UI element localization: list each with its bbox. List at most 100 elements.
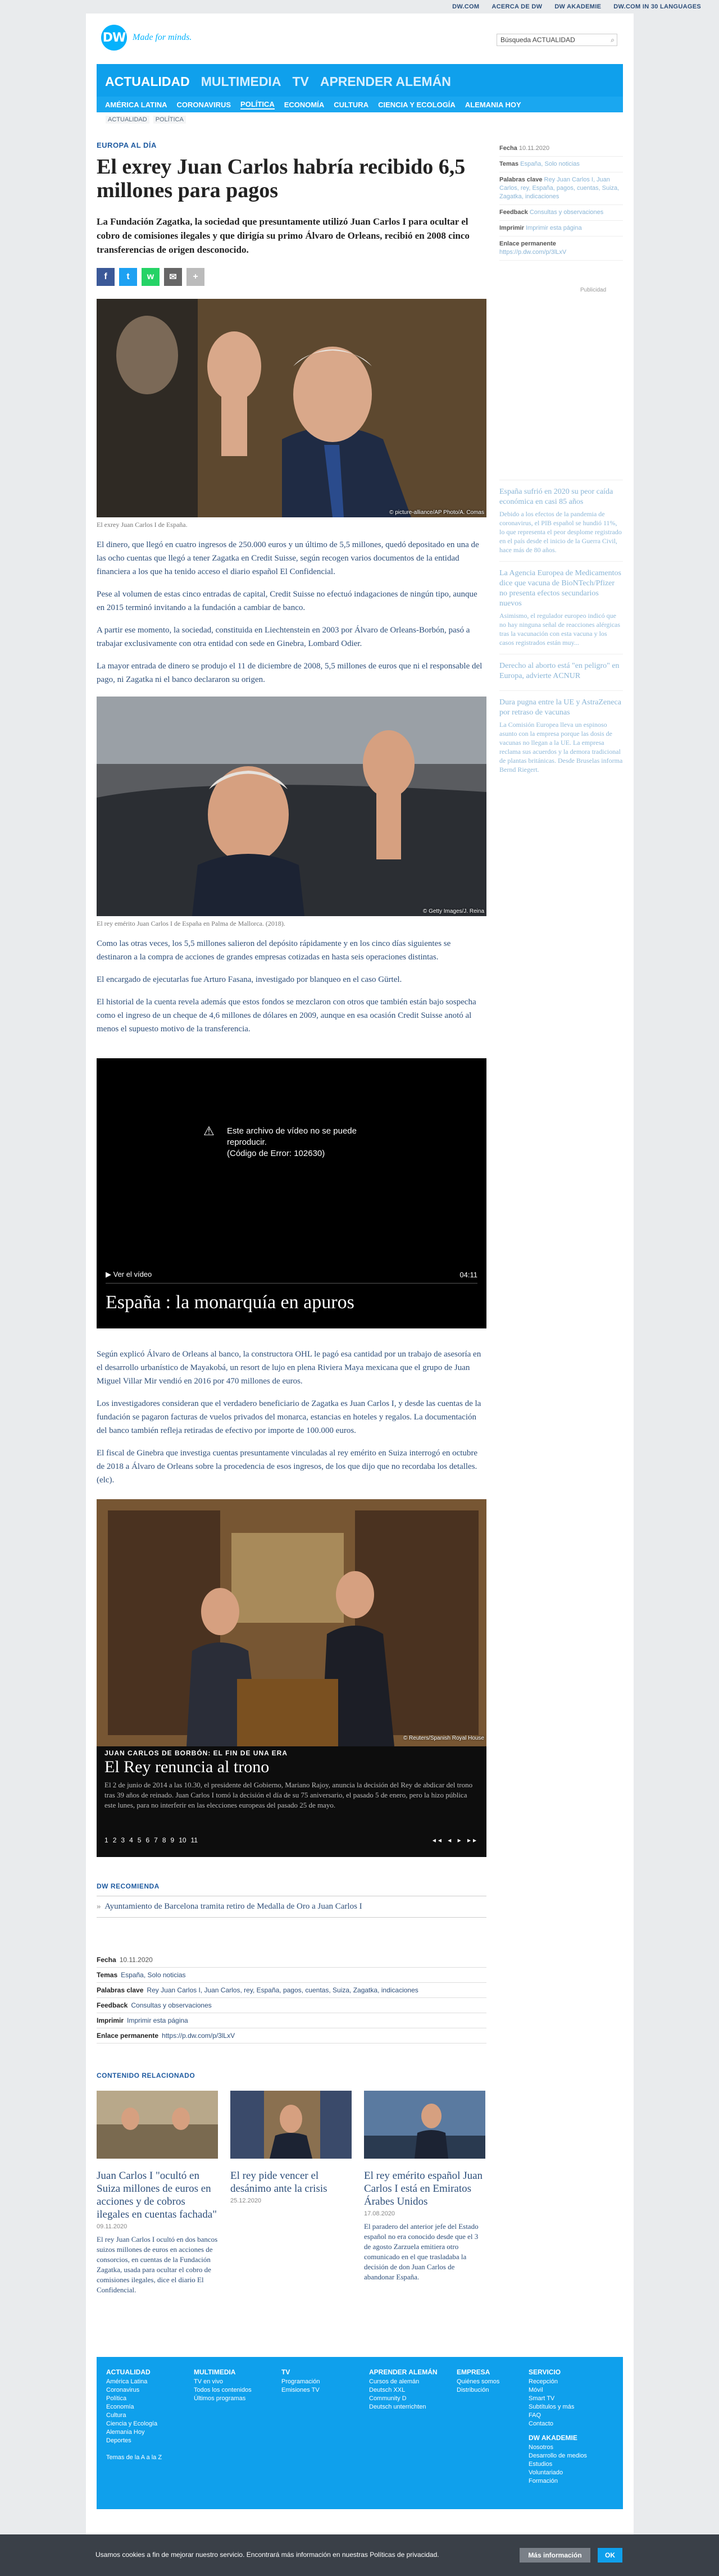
footer-link[interactable]: FAQ	[529, 2411, 600, 2420]
footer-heading[interactable]: ACTUALIDAD	[106, 2368, 178, 2376]
breadcrumb-politica[interactable]: POLÍTICA	[153, 116, 186, 124]
footer-link[interactable]: Deutsch XXL	[369, 2386, 441, 2395]
side-article[interactable]: Derecho al aborto está "en peligro" en E…	[499, 654, 623, 690]
gallery-page[interactable]: 9	[171, 1836, 175, 1844]
related-title-2[interactable]: El rey pide vencer el desánimo ante la c…	[230, 2169, 352, 2195]
image-gallery[interactable]: © Reuters/Spanish Royal House JUAN CARLO…	[97, 1499, 486, 1857]
whatsapp-share-icon[interactable]: w	[142, 268, 160, 286]
footer-link[interactable]: Subtítulos y más	[529, 2403, 600, 2411]
gallery-page[interactable]: 7	[154, 1836, 158, 1844]
nav-aprender-aleman[interactable]: APRENDER ALEMÁN	[320, 74, 451, 89]
footer-link[interactable]: Formación	[529, 2477, 600, 2486]
side-enlace-value[interactable]: https://p.dw.com/p/3lLxV	[499, 249, 566, 256]
footer-link[interactable]: Programación	[281, 2378, 353, 2386]
footer-link[interactable]: Estudios	[529, 2460, 600, 2469]
footer-link[interactable]: Deportes	[106, 2437, 178, 2445]
footer-link[interactable]: Voluntariado	[529, 2469, 600, 2477]
footer-link[interactable]: América Latina	[106, 2378, 178, 2386]
gallery-page[interactable]: 8	[162, 1836, 166, 1844]
related-title-1[interactable]: Juan Carlos I "ocultó en Suiza millones …	[97, 2169, 218, 2221]
side-article[interactable]: La Agencia Europea de Medicamentos dice …	[499, 561, 623, 654]
gallery-page[interactable]: 2	[113, 1836, 117, 1844]
footer-heading[interactable]: EMPRESA	[457, 2368, 513, 2376]
gallery-page[interactable]: 3	[121, 1836, 125, 1844]
side-article[interactable]: Dura pugna entre la UE y AstraZeneca por…	[499, 690, 623, 781]
side-temas-value[interactable]: España, Solo noticias	[520, 161, 580, 167]
utility-link-akademie[interactable]: DW AKADEMIE	[554, 3, 601, 10]
utility-link-acerca[interactable]: ACERCA DE DW	[492, 3, 542, 10]
email-share-icon[interactable]: ✉	[164, 268, 182, 286]
footer-link[interactable]: Política	[106, 2395, 178, 2403]
dw-logo[interactable]: DW	[101, 25, 127, 51]
related-item[interactable]: El rey pide vencer el desánimo ante la c…	[230, 2091, 352, 2295]
footer-heading[interactable]: MULTIMEDIA	[194, 2368, 266, 2376]
recommended-link[interactable]: Ayuntamiento de Barcelona tramita retiro…	[104, 1902, 362, 1911]
footer-link[interactable]: Deutsch unterrichten	[369, 2403, 441, 2411]
nav-multimedia[interactable]: MULTIMEDIA	[201, 74, 281, 89]
nav-sub-alemania-hoy[interactable]: ALEMANIA HOY	[465, 101, 521, 109]
related-title-3[interactable]: El rey emérito español Juan Carlos I est…	[364, 2169, 485, 2208]
side-feedback-value[interactable]: Consultas y observaciones	[530, 209, 603, 216]
meta-temas-value[interactable]: España, Solo noticias	[121, 1971, 185, 1979]
footer-link[interactable]: Todos los contenidos	[194, 2386, 266, 2395]
footer-link[interactable]: Emisiones TV	[281, 2386, 353, 2395]
footer-link[interactable]: Desarrollo de medios	[529, 2452, 600, 2460]
footer-link[interactable]: Contacto	[529, 2420, 600, 2428]
meta-imprimir-value[interactable]: Imprimir esta página	[127, 2017, 188, 2024]
video-player[interactable]: ⚠ Este archivo de vídeo no se puede repr…	[97, 1058, 486, 1328]
more-share-icon[interactable]: +	[186, 268, 204, 286]
meta-palabras-value[interactable]: Rey Juan Carlos I, Juan Carlos, rey, Esp…	[147, 1986, 418, 1994]
footer-link[interactable]: Distribución	[457, 2386, 513, 2395]
nav-sub-economia[interactable]: ECONOMÍA	[284, 101, 325, 109]
nav-sub-america-latina[interactable]: AMÉRICA LATINA	[105, 101, 167, 109]
gallery-page[interactable]: 11	[191, 1836, 198, 1844]
footer-heading[interactable]: APRENDER ALEMÁN	[369, 2368, 441, 2376]
nav-sub-ciencia[interactable]: CIENCIA Y ECOLOGÍA	[378, 101, 456, 109]
footer-heading[interactable]: TV	[281, 2368, 353, 2376]
breadcrumb-actualidad[interactable]: ACTUALIDAD	[106, 116, 149, 124]
brand[interactable]: DW Made for minds.	[101, 25, 192, 51]
cookie-more-button[interactable]: Más información	[520, 2548, 590, 2563]
meta-enlace-value[interactable]: https://p.dw.com/p/3lLxV	[162, 2032, 235, 2040]
search-input[interactable]	[497, 34, 617, 46]
footer-link[interactable]: Smart TV	[529, 2395, 600, 2403]
facebook-share-icon[interactable]: f	[97, 268, 115, 286]
footer-link[interactable]: Nosotros	[529, 2443, 600, 2452]
footer-link[interactable]: Ciencia y Ecología	[106, 2420, 178, 2428]
footer-link[interactable]: Recepción	[529, 2378, 600, 2386]
search-icon[interactable]: ⌕	[611, 36, 615, 44]
side-imprimir-value[interactable]: Imprimir esta página	[526, 225, 582, 231]
side-article-title-4[interactable]: Dura pugna entre la UE y AstraZeneca por…	[499, 698, 623, 718]
footer-link[interactable]: Quiénes somos	[457, 2378, 513, 2386]
cookie-ok-button[interactable]: OK	[598, 2548, 622, 2563]
side-article-title-1[interactable]: España sufrió en 2020 su peor caída econ…	[499, 487, 623, 507]
footer-heading[interactable]: DW AKADEMIE	[529, 2434, 600, 2442]
footer-link[interactable]: Últimos programas	[194, 2395, 266, 2403]
side-article-title-2[interactable]: La Agencia Europea de Medicamentos dice …	[499, 568, 623, 609]
side-article-title-3[interactable]: Derecho al aborto está "en peligro" en E…	[499, 661, 623, 681]
footer-link[interactable]: Cultura	[106, 2411, 178, 2420]
nav-tv[interactable]: TV	[292, 74, 308, 89]
footer-link[interactable]: TV en vivo	[194, 2378, 266, 2386]
side-article[interactable]: España sufrió en 2020 su peor caída econ…	[499, 480, 623, 561]
nav-sub-coronavirus[interactable]: CORONAVIRUS	[177, 101, 231, 109]
footer-link[interactable]: Móvil	[529, 2386, 600, 2395]
utility-link-languages[interactable]: DW.COM IN 30 LANGUAGES	[613, 3, 701, 10]
gallery-page[interactable]: 4	[129, 1836, 133, 1844]
related-item[interactable]: Juan Carlos I "ocultó en Suiza millones …	[97, 2091, 218, 2295]
nav-actualidad[interactable]: ACTUALIDAD	[105, 74, 190, 89]
gallery-page[interactable]: 10	[179, 1836, 186, 1844]
footer-heading[interactable]: SERVICIO	[529, 2368, 600, 2376]
video-play-button[interactable]: ▶ Ver el vídeo	[106, 1270, 152, 1279]
gallery-page[interactable]: 1	[104, 1836, 108, 1844]
meta-feedback-value[interactable]: Consultas y observaciones	[131, 2001, 211, 2009]
gallery-arrows[interactable]: ◂◂ ◂ ▸ ▸▸	[433, 1836, 479, 1844]
article-kicker[interactable]: EUROPA AL DÍA	[97, 141, 486, 149]
gallery-page[interactable]: 5	[138, 1836, 142, 1844]
footer-link[interactable]: Community D	[369, 2395, 441, 2403]
footer-link[interactable]: Alemania Hoy	[106, 2428, 178, 2437]
gallery-page[interactable]: 6	[145, 1836, 149, 1844]
related-item[interactable]: El rey emérito español Juan Carlos I est…	[364, 2091, 485, 2295]
footer-link[interactable]: Temas de la A a la Z	[106, 2454, 178, 2462]
footer-link[interactable]: Economía	[106, 2403, 178, 2411]
